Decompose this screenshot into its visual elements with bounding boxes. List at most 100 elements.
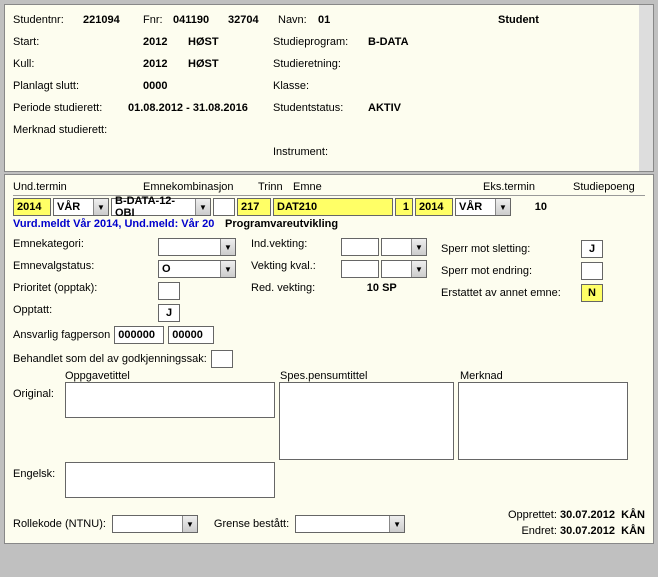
emnekomb-select[interactable]: B-DATA-12-OBI ▼ [111, 198, 211, 216]
seq-input[interactable]: 1 [395, 198, 413, 216]
opprettet-date: 30.07.2012 [560, 509, 615, 521]
studieprogram-value: B-DATA [368, 36, 409, 48]
oppgavetittel-original-input[interactable] [65, 382, 275, 418]
emne-id-input[interactable]: DAT210 [273, 198, 393, 216]
instrument-label: Instrument: [273, 146, 328, 158]
engelsk-label: Engelsk: [13, 462, 65, 480]
oppgavetittel-header: Oppgavetittel [65, 370, 280, 382]
emnekategori-select[interactable]: ▼ [158, 238, 236, 256]
vektingkval-unit-select[interactable]: ▼ [381, 260, 427, 278]
kull-label: Kull: [13, 58, 143, 70]
kull-year: 2012 [143, 58, 188, 70]
studieretning-label: Studieretning: [273, 58, 341, 70]
trinn-input[interactable] [213, 198, 235, 216]
sperr-endr-label: Sperr mot endring: [441, 265, 581, 277]
vektingkval-label: Vekting kval.: [251, 260, 341, 282]
chevron-down-icon: ▼ [93, 199, 108, 215]
chevron-down-icon: ▼ [220, 239, 235, 255]
hdr-undtermin: Und.termin [13, 181, 143, 193]
hdr-studiepoeng: Studiepoeng [573, 181, 635, 193]
indvekting-label: Ind.vekting: [251, 238, 341, 260]
merknad-input[interactable] [458, 382, 628, 460]
indvekting-input[interactable] [341, 238, 379, 256]
emnevalgstatus-select[interactable]: O ▼ [158, 260, 236, 278]
hdr-emne: Emne [293, 181, 483, 193]
ansvarlig-label: Ansvarlig fagperson [13, 329, 110, 341]
fnr1-value: 041190 [173, 14, 228, 26]
opprettet-by: KÅN [621, 509, 645, 521]
periode-label: Periode studierett: [13, 102, 128, 114]
behandlet-label: Behandlet som del av godkjenningssak: [13, 353, 207, 365]
chevron-down-icon: ▼ [195, 199, 210, 215]
emnevalgstatus-label: Emnevalgstatus: [13, 260, 158, 282]
erstattet-input[interactable]: N [581, 284, 603, 302]
record-row: 2014 VÅR ▼ B-DATA-12-OBI ▼ 217 DAT210 1 … [13, 198, 645, 216]
detail-panel: Und.termin Emnekombinasjon Trinn Emne Ek… [4, 174, 654, 544]
planlagt-slutt-label: Planlagt slutt: [13, 80, 143, 92]
eks-term-value: VÅR [456, 201, 495, 213]
emne-name: Programvareutvikling [225, 218, 338, 230]
studentnr-label: Studentnr: [13, 14, 83, 26]
endret-by: KÅN [621, 525, 645, 537]
navn-label: Navn: [278, 14, 318, 26]
studentstatus-value: AKTIV [368, 102, 401, 114]
emne-code-input[interactable]: 217 [237, 198, 271, 216]
eks-year-input[interactable]: 2014 [415, 198, 453, 216]
chevron-down-icon: ▼ [182, 516, 197, 532]
audit-footer: Opprettet: 30.07.2012 KÅN Endret: 30.07.… [508, 507, 645, 539]
redvekting-value: 10 [341, 282, 379, 294]
grense-label: Grense bestått: [214, 518, 289, 530]
grense-select[interactable]: ▼ [295, 515, 405, 533]
rollekode-label: Rollekode (NTNU): [13, 518, 106, 530]
rollekode-select[interactable]: ▼ [112, 515, 198, 533]
prioritet-input[interactable] [158, 282, 180, 300]
klasse-label: Klasse: [273, 80, 309, 92]
fnr-label: Fnr: [143, 14, 173, 26]
opptatt-label: Opptatt: [13, 304, 158, 326]
column-headers: Und.termin Emnekombinasjon Trinn Emne Ek… [13, 181, 645, 196]
hdr-emnekomb: Emnekombinasjon [143, 181, 258, 193]
original-label: Original: [13, 382, 65, 400]
scrollbar[interactable] [639, 5, 653, 171]
start-term: HØST [188, 36, 273, 48]
student-info-panel: Studentnr: 221094 Fnr: 041190 32704 Navn… [4, 4, 654, 172]
ansvarlig1-input[interactable]: 000000 [114, 326, 164, 344]
redvekting-label: Red. vekting: [251, 282, 341, 304]
prioritet-label: Prioritet (opptak): [13, 282, 158, 304]
behandlet-input[interactable] [211, 350, 233, 368]
rolle-value: Student [498, 14, 539, 26]
sperr-slett-label: Sperr mot sletting: [441, 243, 581, 255]
emnekategori-label: Emnekategori: [13, 238, 158, 260]
chevron-down-icon: ▼ [495, 199, 510, 215]
vektingkval-input[interactable] [341, 260, 379, 278]
spespensum-input[interactable] [279, 382, 454, 460]
navn-value: 01 [318, 14, 358, 26]
indvekting-unit-select[interactable]: ▼ [381, 238, 427, 256]
eks-term-select[interactable]: VÅR ▼ [455, 198, 511, 216]
und-term-select[interactable]: VÅR ▼ [53, 198, 109, 216]
fnr2-value: 32704 [228, 14, 278, 26]
merknad-studierett-label: Merknad studierett: [13, 124, 107, 136]
und-year-input[interactable]: 2014 [13, 198, 51, 216]
chevron-down-icon: ▼ [389, 516, 404, 532]
merknad-header: Merknad [460, 370, 503, 382]
sperr-slett-input[interactable]: J [581, 240, 603, 258]
sperr-endr-input[interactable] [581, 262, 603, 280]
studentnr-value: 221094 [83, 14, 143, 26]
studentstatus-label: Studentstatus: [273, 102, 368, 114]
endret-date: 30.07.2012 [560, 525, 615, 537]
spespensum-header: Spes.pensumtittel [280, 370, 460, 382]
kull-term: HØST [188, 58, 273, 70]
planlagt-slutt-value: 0000 [143, 80, 273, 92]
und-term-value: VÅR [54, 201, 93, 213]
endret-label: Endret: [521, 525, 556, 537]
ansvarlig2-input[interactable]: 00000 [168, 326, 214, 344]
hdr-ekstermin: Eks.termin [483, 181, 573, 193]
oppgavetittel-engelsk-input[interactable] [65, 462, 275, 498]
opptatt-input[interactable]: J [158, 304, 180, 322]
status-link[interactable]: Vurd.meldt Vår 2014, Und.meld: Vår 20 [13, 218, 223, 230]
chevron-down-icon: ▼ [411, 261, 426, 277]
opprettet-label: Opprettet: [508, 509, 557, 521]
start-label: Start: [13, 36, 143, 48]
sp-value: 10 [513, 201, 553, 213]
